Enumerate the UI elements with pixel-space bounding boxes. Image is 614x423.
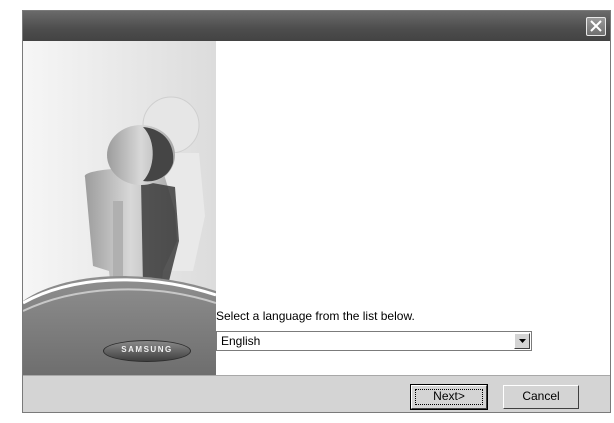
- logo-text: SAMSUNG: [121, 345, 173, 354]
- side-banner: SAMSUNG: [23, 41, 216, 375]
- language-select-value: English: [221, 334, 261, 348]
- title-bar: [23, 11, 610, 41]
- setup-dialog: SAMSUNG Select a language from the list …: [22, 10, 611, 413]
- close-icon: [590, 20, 602, 32]
- next-button[interactable]: Next>: [410, 384, 488, 410]
- language-select[interactable]: English: [216, 331, 532, 351]
- close-button[interactable]: [586, 17, 606, 36]
- dropdown-button[interactable]: [514, 333, 530, 349]
- divider: [23, 375, 610, 376]
- focus-ring: [415, 389, 483, 405]
- people-illustration: [23, 96, 216, 375]
- samsung-logo: SAMSUNG: [103, 340, 191, 362]
- language-prompt: Select a language from the list below.: [216, 309, 415, 323]
- cancel-button[interactable]: Cancel: [503, 385, 579, 409]
- cancel-button-label: Cancel: [522, 389, 560, 403]
- chevron-down-icon: [519, 339, 526, 343]
- dialog-content: SAMSUNG Select a language from the list …: [23, 41, 610, 375]
